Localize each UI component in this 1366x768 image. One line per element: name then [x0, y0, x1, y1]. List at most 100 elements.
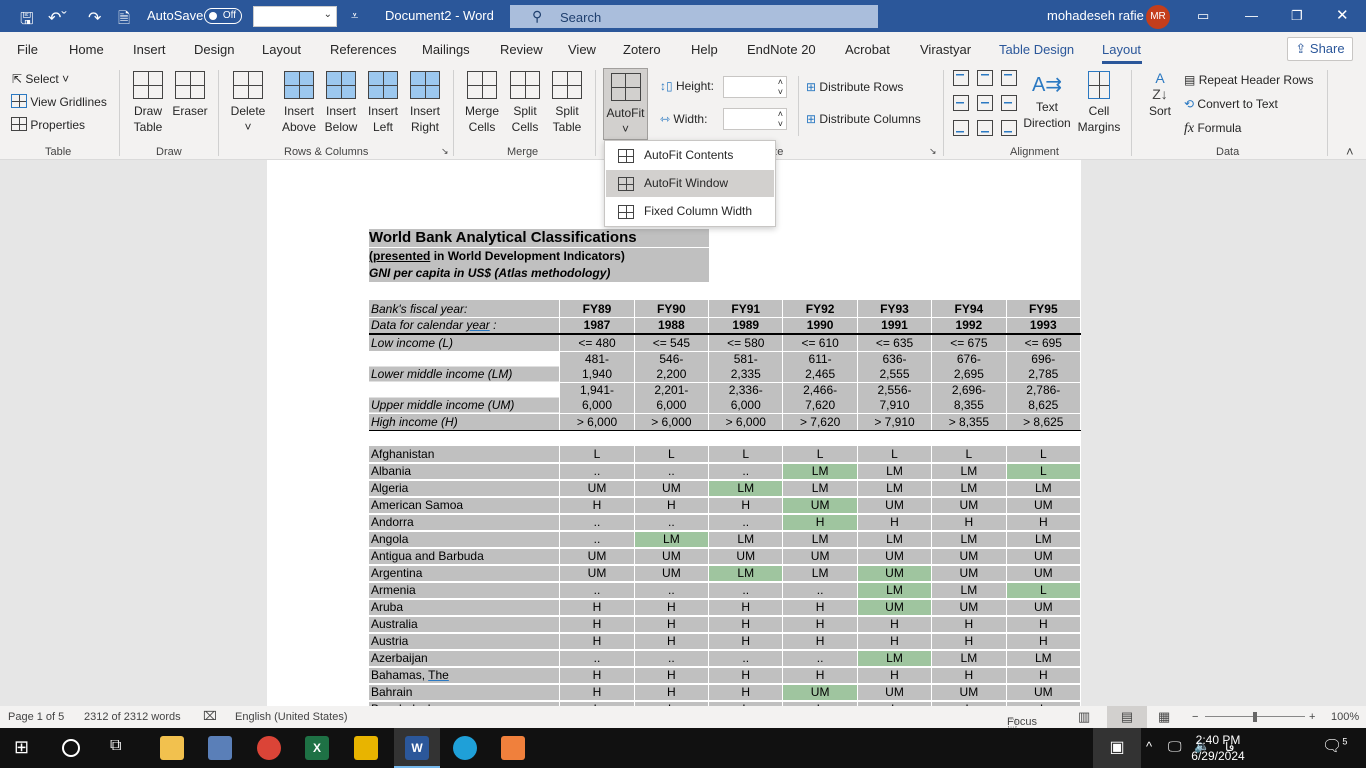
cell-margins-button[interactable]: Cell Margins	[1076, 71, 1122, 135]
align-bottom-right-icon[interactable]	[1001, 120, 1017, 136]
news-widget-icon[interactable]: ▣	[1093, 728, 1141, 768]
repeat-header-rows-button[interactable]: ▤ Repeat Header Rows	[1184, 72, 1313, 88]
restore-icon[interactable]: ❐	[1291, 8, 1303, 24]
insert-left-button[interactable]: Insert Left	[364, 71, 402, 135]
menu-item-fixed-column-width[interactable]: Fixed Column Width	[606, 198, 774, 225]
text-direction-button[interactable]: A⇉ Text Direction	[1020, 71, 1074, 131]
tab-zotero[interactable]: Zotero	[623, 42, 661, 57]
properties-button[interactable]: Properties	[11, 117, 85, 135]
tab-acrobat[interactable]: Acrobat	[845, 42, 890, 57]
align-middle-center-icon[interactable]	[977, 95, 993, 111]
pdf-app-icon[interactable]	[501, 736, 525, 760]
network-icon[interactable]: 🖵	[1168, 738, 1182, 755]
ribbon-display-icon[interactable]: ▭	[1197, 8, 1209, 24]
insert-below-button[interactable]: Insert Below	[322, 71, 360, 135]
zoom-in-icon[interactable]: +	[1309, 711, 1315, 723]
share-button[interactable]: ⇪ Share	[1287, 37, 1353, 61]
menu-item-autofit-window[interactable]: AutoFit Window	[606, 170, 774, 197]
tab-table-layout[interactable]: Layout	[1102, 42, 1141, 57]
avatar[interactable]: MR	[1146, 5, 1170, 29]
paint-icon[interactable]	[354, 736, 378, 760]
word-taskbar-active[interactable]: W	[394, 728, 440, 768]
page[interactable]: World Bank Analytical Classifications (p…	[267, 160, 1082, 706]
view-gridlines-button[interactable]: View Gridlines	[11, 94, 107, 112]
minimize-icon[interactable]: —	[1245, 8, 1258, 23]
classification-cell: H	[708, 616, 784, 634]
draw-table-button[interactable]: Draw Table	[128, 71, 168, 135]
clock[interactable]: 2:40 PM 6/29/2024	[1190, 732, 1246, 764]
tab-file[interactable]: File	[17, 42, 38, 57]
print-layout-icon[interactable]: ▤	[1107, 706, 1147, 728]
align-bottom-left-icon[interactable]	[953, 120, 969, 136]
date: 6/29/2024	[1191, 749, 1245, 763]
language[interactable]: English (United States)	[235, 711, 348, 723]
align-middle-left-icon[interactable]	[953, 95, 969, 111]
search-box[interactable]: ⚲ Search	[510, 5, 878, 28]
eraser-button[interactable]: Eraser	[172, 71, 208, 119]
align-bottom-center-icon[interactable]	[977, 120, 993, 136]
zoom-out-icon[interactable]: −	[1192, 711, 1198, 723]
task-view-icon[interactable]: ⧉	[110, 737, 121, 755]
select-button[interactable]: ⇱ Select ˅	[12, 71, 69, 87]
delete-button[interactable]: Delete ˅	[228, 71, 268, 135]
split-table-button[interactable]: Split Table	[548, 71, 586, 135]
notifications-icon[interactable]: 🗨5	[1322, 736, 1347, 756]
control-panel-icon[interactable]	[208, 736, 232, 760]
dialog-launcher-icon[interactable]: ↘	[929, 146, 937, 157]
insert-right-button[interactable]: Insert Right	[406, 71, 444, 135]
tab-endnote[interactable]: EndNote 20	[747, 42, 816, 57]
width-input[interactable]: ˄ ˅	[723, 108, 787, 130]
print-preview-icon[interactable]: 🗎	[118, 8, 130, 33]
redo-icon[interactable]: ↷	[88, 8, 101, 28]
web-layout-icon[interactable]: ▦	[1158, 709, 1170, 725]
align-middle-right-icon[interactable]	[1001, 95, 1017, 111]
edge-icon[interactable]	[453, 736, 477, 760]
close-icon[interactable]: ✕	[1336, 6, 1349, 24]
split-cells-button[interactable]: Split Cells	[506, 71, 544, 135]
tab-help[interactable]: Help	[691, 42, 718, 57]
align-top-left-icon[interactable]	[953, 70, 969, 86]
insert-above-button[interactable]: Insert Above	[280, 71, 318, 135]
distribute-rows-button[interactable]: ⊞ Distribute Rows	[806, 79, 903, 95]
autofit-button[interactable]: AutoFit ˅	[603, 68, 648, 140]
user-name[interactable]: mohadeseh rafie	[1047, 8, 1144, 23]
zoom-slider-thumb[interactable]	[1253, 712, 1257, 722]
excel-icon[interactable]: X	[305, 736, 329, 760]
collapse-ribbon-icon[interactable]: ˄	[1346, 144, 1354, 159]
windows-start-icon[interactable]: ⊞	[14, 737, 29, 758]
proofing-icon[interactable]: ⌧	[203, 709, 217, 723]
align-top-center-icon[interactable]	[977, 70, 993, 86]
tab-insert[interactable]: Insert	[133, 42, 166, 57]
convert-to-text-button[interactable]: ⟲ Convert to Text	[1184, 96, 1278, 112]
tab-layout[interactable]: Layout	[262, 42, 301, 57]
merge-cells-button[interactable]: Merge Cells	[463, 71, 501, 135]
tab-mailings[interactable]: Mailings	[422, 42, 470, 57]
tab-references[interactable]: References	[330, 42, 396, 57]
search-circle-icon[interactable]	[62, 739, 80, 757]
autosave-toggle[interactable]: Off	[204, 7, 242, 24]
word-count[interactable]: 2312 of 2312 words	[84, 711, 181, 723]
sort-button[interactable]: A Z↓ Sort	[1142, 71, 1178, 119]
formula-button[interactable]: fx Formula	[1184, 120, 1241, 137]
file-explorer-icon[interactable]	[160, 736, 184, 760]
distribute-columns-button[interactable]: ⊞ Distribute Columns	[806, 111, 921, 127]
page-count[interactable]: Page 1 of 5	[8, 711, 64, 723]
tab-design[interactable]: Design	[194, 42, 234, 57]
read-mode-icon[interactable]: ▥	[1078, 709, 1090, 725]
tab-table-design[interactable]: Table Design	[999, 42, 1074, 57]
quick-access-combo[interactable]: ⌄	[253, 6, 337, 27]
customize-toolbar-icon[interactable]: ⩡	[351, 8, 358, 24]
tab-virastyar[interactable]: Virastyar	[920, 42, 971, 57]
align-top-right-icon[interactable]	[1001, 70, 1017, 86]
tab-home[interactable]: Home	[69, 42, 104, 57]
menu-item-autofit-contents[interactable]: AutoFit Contents	[606, 142, 774, 169]
dialog-launcher-icon[interactable]: ↘	[441, 146, 449, 157]
chrome-icon[interactable]	[257, 736, 281, 760]
show-hidden-icons[interactable]: ^	[1146, 739, 1152, 754]
tab-review[interactable]: Review	[500, 42, 543, 57]
zoom-level[interactable]: 100%	[1331, 711, 1359, 723]
height-input[interactable]: ˄ ˅	[723, 76, 787, 98]
save-icon[interactable]: 🖫	[20, 8, 34, 35]
undo-icon[interactable]: ↶ˇ	[48, 8, 67, 28]
tab-view[interactable]: View	[568, 42, 596, 57]
